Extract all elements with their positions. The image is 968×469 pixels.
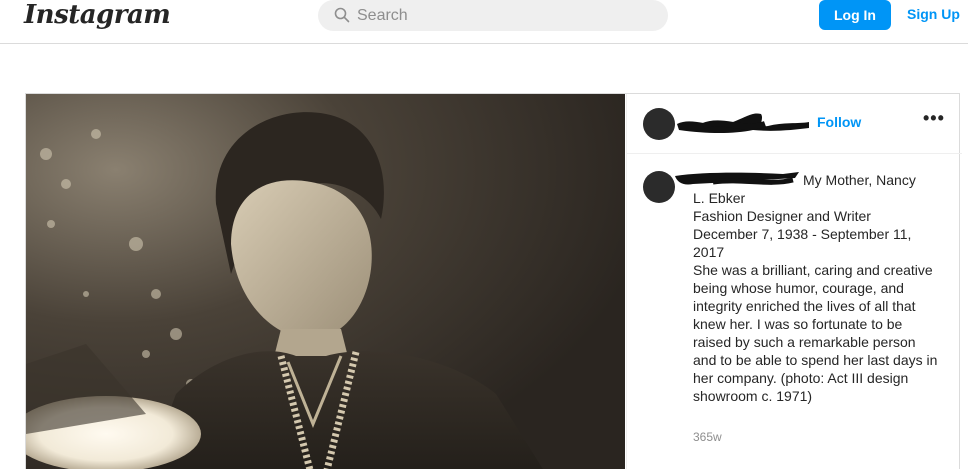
post-caption: My Mother, Nancy L. Ebker Fashion Design… — [693, 171, 938, 405]
post-header: Follow ••• — [627, 94, 962, 154]
login-button[interactable]: Log In — [819, 0, 891, 30]
post-photo-image — [26, 94, 625, 469]
signup-link[interactable]: Sign Up — [907, 6, 960, 22]
caption-line: She was a brilliant, caring and creative… — [693, 262, 938, 404]
search-icon — [334, 7, 350, 23]
post-sidebar: Follow ••• My Mother, Nancy L. Ebker Fas… — [626, 94, 962, 469]
caption-line: December 7, 1938 - September 11, 2017 — [693, 226, 912, 260]
follow-button[interactable]: Follow — [817, 114, 861, 130]
post-time-ago[interactable]: 365w — [693, 430, 722, 444]
author-avatar[interactable] — [643, 108, 675, 140]
search-placeholder: Search — [357, 7, 408, 24]
top-navbar: Instagram Search Log In Sign Up — [0, 0, 968, 44]
caption-line: Fashion Designer and Writer — [693, 208, 871, 224]
caption-line: My Mother, Nancy — [803, 172, 916, 188]
post-photo[interactable] — [26, 94, 625, 469]
caption-line: L. Ebker — [693, 190, 746, 206]
caption-author-avatar[interactable] — [643, 171, 675, 203]
more-options-icon[interactable]: ••• — [923, 108, 945, 129]
post-card: Follow ••• My Mother, Nancy L. Ebker Fas… — [25, 93, 962, 469]
instagram-logo[interactable]: Instagram — [24, 0, 171, 30]
search-input[interactable]: Search — [318, 0, 668, 31]
redaction-scribble-icon — [677, 113, 809, 133]
